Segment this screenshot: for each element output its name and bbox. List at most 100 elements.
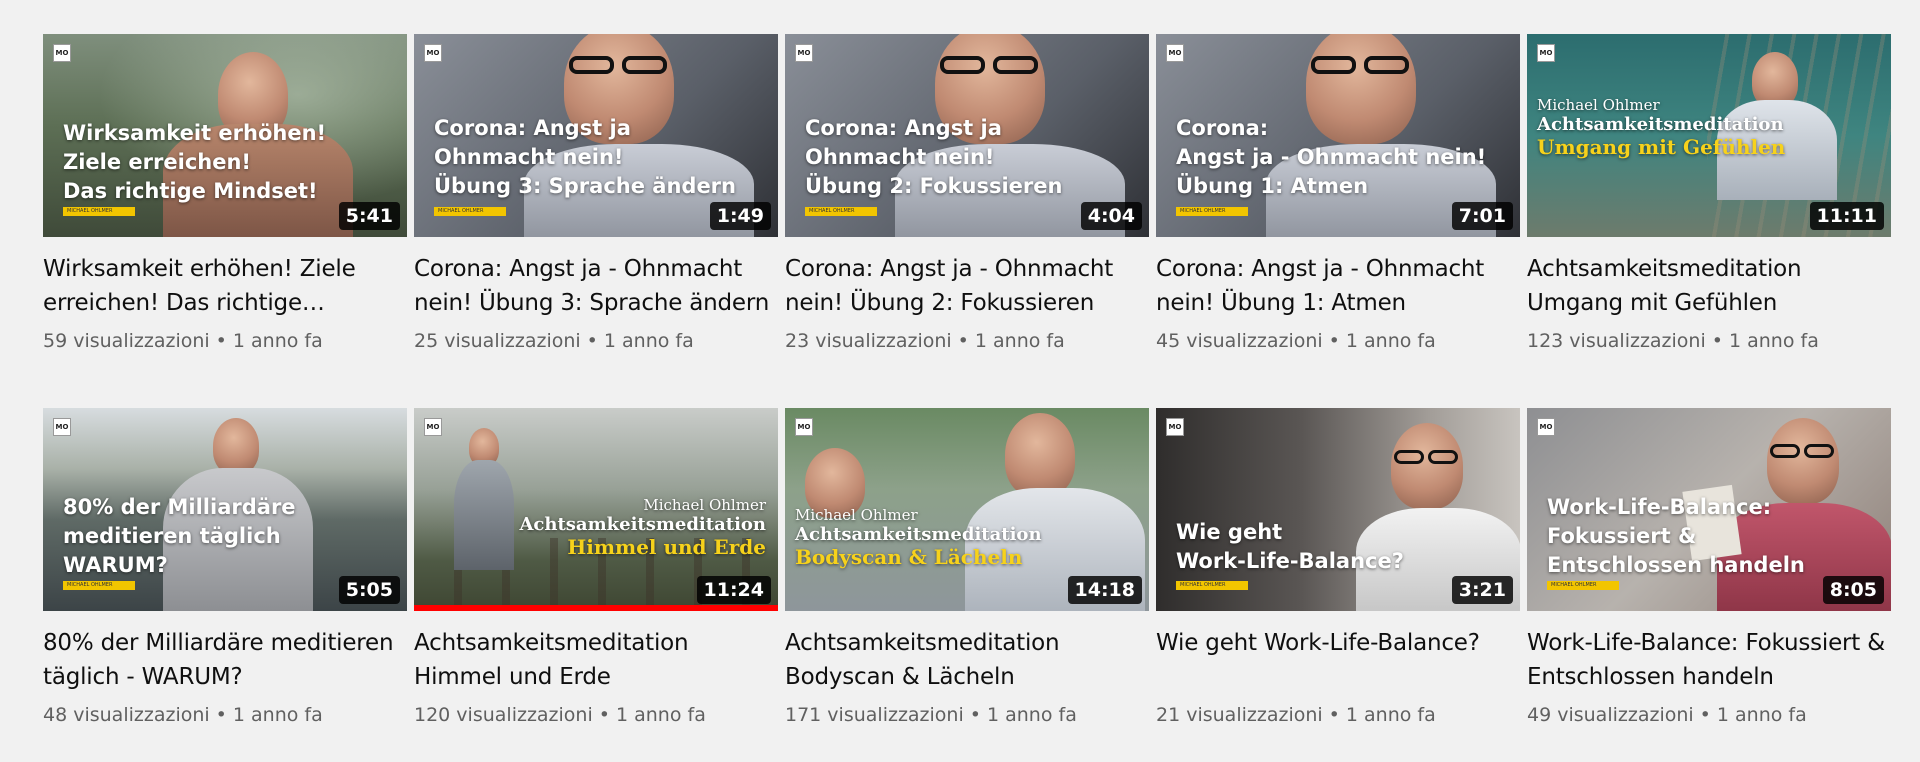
upload-age: 1 anno fa xyxy=(615,704,706,726)
video-thumbnail[interactable]: MO Wie geht Work-Life-Balance? MICHAEL O… xyxy=(1156,408,1520,611)
channel-logo-icon: MO xyxy=(424,44,442,62)
video-thumbnail[interactable]: MO Work-Life-Balance: Fokussiert & Entsc… xyxy=(1527,408,1891,611)
thumbnail-overlay-text: Corona: Angst ja - Ohnmacht nein! Übung … xyxy=(1176,116,1487,198)
video-meta: 25 visualizzazioni • 1 anno fa xyxy=(414,330,778,352)
video-card[interactable]: MO Wirksamkeit erhöhen! Ziele erreichen!… xyxy=(43,34,407,382)
channel-logo-icon: MO xyxy=(795,418,813,436)
separator-dot: • xyxy=(969,704,981,726)
video-thumbnail[interactable]: MO Corona: Angst ja Ohnmacht nein! Übung… xyxy=(785,34,1149,237)
view-count: 48 visualizzazioni xyxy=(43,704,210,726)
video-card[interactable]: MO Michael Ohlmer Achtsamkeitsmeditation… xyxy=(1527,34,1891,382)
video-meta: 120 visualizzazioni • 1 anno fa xyxy=(414,704,778,726)
video-card[interactable]: MO Michael Ohlmer Achtsamkeitsmeditation… xyxy=(785,408,1149,756)
video-title[interactable]: 80% der Milliardäre meditieren täglich -… xyxy=(43,626,407,694)
video-meta: 21 visualizzazioni • 1 anno fa xyxy=(1156,704,1520,726)
video-thumbnail[interactable]: MO Wirksamkeit erhöhen! Ziele erreichen!… xyxy=(43,34,407,237)
upload-age: 1 anno fa xyxy=(1345,330,1436,352)
view-count: 49 visualizzazioni xyxy=(1527,704,1694,726)
video-title[interactable]: Work-Life-Balance: Fokussiert & Entschlo… xyxy=(1527,626,1891,694)
video-title[interactable]: Corona: Angst ja - Ohnmacht nein! Übung … xyxy=(1156,252,1520,320)
thumbnail-overlay-text: Corona: Angst ja Ohnmacht nein! Übung 3:… xyxy=(434,116,736,198)
overlay-sub: Umgang mit Gefühlen xyxy=(1537,135,1786,159)
separator-dot: • xyxy=(215,704,227,726)
separator-dot: • xyxy=(1328,704,1340,726)
duration-badge: 1:49 xyxy=(709,202,771,230)
video-card[interactable]: MO Michael Ohlmer Achtsamkeitsmeditation… xyxy=(414,408,778,756)
video-thumbnail[interactable]: MO Michael Ohlmer Achtsamkeitsmeditation… xyxy=(785,408,1149,611)
video-title[interactable]: Corona: Angst ja - Ohnmacht nein! Übung … xyxy=(414,252,778,320)
channel-logo-icon: MO xyxy=(53,44,71,62)
view-count: 123 visualizzazioni xyxy=(1527,330,1706,352)
upload-age: 1 anno fa xyxy=(1716,704,1807,726)
video-card[interactable]: MO Corona: Angst ja Ohnmacht nein! Übung… xyxy=(785,34,1149,382)
video-grid: MO Wirksamkeit erhöhen! Ziele erreichen!… xyxy=(43,34,1891,756)
video-thumbnail[interactable]: MO 80% der Milliardäre meditieren täglic… xyxy=(43,408,407,611)
video-thumbnail[interactable]: MO Corona: Angst ja Ohnmacht nein! Übung… xyxy=(414,34,778,237)
brand-tag: MICHAEL OHLMER xyxy=(1547,581,1619,590)
video-thumbnail[interactable]: MO Michael Ohlmer Achtsamkeitsmeditation… xyxy=(1527,34,1891,237)
video-thumbnail[interactable]: MO Michael Ohlmer Achtsamkeitsmeditation… xyxy=(414,408,778,611)
watch-progress-bar xyxy=(414,605,778,611)
separator-dot: • xyxy=(1711,330,1723,352)
upload-age: 1 anno fa xyxy=(1728,330,1819,352)
video-meta: 59 visualizzazioni • 1 anno fa xyxy=(43,330,407,352)
thumbnail-overlay-text: Michael Ohlmer Achtsamkeitsmeditation Um… xyxy=(1537,96,1785,159)
duration-badge: 5:41 xyxy=(338,202,400,230)
duration-badge: 11:24 xyxy=(696,576,771,604)
separator-dot: • xyxy=(598,704,610,726)
upload-age: 1 anno fa xyxy=(986,704,1077,726)
video-card[interactable]: MO Work-Life-Balance: Fokussiert & Entsc… xyxy=(1527,408,1891,756)
video-title[interactable]: Achtsamkeitsmeditation Himmel und Erde xyxy=(414,626,778,694)
view-count: 171 visualizzazioni xyxy=(785,704,964,726)
video-title[interactable]: Achtsamkeitsmeditation Bodyscan & Lächel… xyxy=(785,626,1149,694)
video-meta: 23 visualizzazioni • 1 anno fa xyxy=(785,330,1149,352)
channel-logo-icon: MO xyxy=(1166,44,1184,62)
thumbnail-overlay-text: Michael Ohlmer Achtsamkeitsmeditation Hi… xyxy=(519,496,766,559)
separator-dot: • xyxy=(586,330,598,352)
overlay-name: Michael Ohlmer xyxy=(795,506,918,524)
upload-age: 1 anno fa xyxy=(974,330,1065,352)
video-meta: 171 visualizzazioni • 1 anno fa xyxy=(785,704,1149,726)
duration-badge: 7:01 xyxy=(1451,202,1513,230)
overlay-name: Michael Ohlmer xyxy=(1537,96,1660,114)
overlay-sub: Himmel und Erde xyxy=(567,535,766,559)
thumbnail-overlay-text: Wirksamkeit erhöhen! Ziele erreichen! Da… xyxy=(63,121,327,203)
view-count: 25 visualizzazioni xyxy=(414,330,581,352)
upload-age: 1 anno fa xyxy=(232,330,323,352)
duration-badge: 8:05 xyxy=(1822,576,1884,604)
overlay-main: Achtsamkeitsmeditation xyxy=(519,514,766,535)
duration-badge: 4:04 xyxy=(1080,202,1142,230)
thumbnail-overlay-text: Corona: Angst ja Ohnmacht nein! Übung 2:… xyxy=(805,116,1063,198)
upload-age: 1 anno fa xyxy=(603,330,694,352)
channel-logo-icon: MO xyxy=(795,44,813,62)
view-count: 120 visualizzazioni xyxy=(414,704,593,726)
duration-badge: 3:21 xyxy=(1451,576,1513,604)
separator-dot: • xyxy=(957,330,969,352)
brand-tag: MICHAEL OHLMER xyxy=(1176,207,1248,216)
thumbnail-overlay-text: Wie geht Work-Life-Balance? xyxy=(1176,520,1404,573)
video-thumbnail[interactable]: MO Corona: Angst ja - Ohnmacht nein! Übu… xyxy=(1156,34,1520,237)
video-card[interactable]: MO Corona: Angst ja Ohnmacht nein! Übung… xyxy=(414,34,778,382)
video-title[interactable]: Corona: Angst ja - Ohnmacht nein! Übung … xyxy=(785,252,1149,320)
channel-logo-icon: MO xyxy=(1166,418,1184,436)
upload-age: 1 anno fa xyxy=(1345,704,1436,726)
view-count: 21 visualizzazioni xyxy=(1156,704,1323,726)
view-count: 59 visualizzazioni xyxy=(43,330,210,352)
video-title[interactable]: Wirksamkeit erhöhen! Ziele erreichen! Da… xyxy=(43,252,407,320)
video-card[interactable]: MO Corona: Angst ja - Ohnmacht nein! Übu… xyxy=(1156,34,1520,382)
channel-logo-icon: MO xyxy=(1537,44,1555,62)
duration-badge: 5:05 xyxy=(338,576,400,604)
channel-logo-icon: MO xyxy=(1537,418,1555,436)
video-card[interactable]: MO Wie geht Work-Life-Balance? MICHAEL O… xyxy=(1156,408,1520,756)
overlay-main: Achtsamkeitsmeditation xyxy=(795,524,1042,545)
video-title[interactable]: Wie geht Work-Life-Balance? xyxy=(1156,626,1520,694)
brand-tag: MICHAEL OHLMER xyxy=(1176,581,1248,590)
overlay-sub: Bodyscan & Lächeln xyxy=(795,545,1023,569)
duration-badge: 14:18 xyxy=(1067,576,1142,604)
thumbnail-overlay-text: Michael Ohlmer Achtsamkeitsmeditation Bo… xyxy=(795,506,1042,569)
video-title[interactable]: Achtsamkeitsmeditation Umgang mit Gefühl… xyxy=(1527,252,1891,320)
video-card[interactable]: MO 80% der Milliardäre meditieren täglic… xyxy=(43,408,407,756)
channel-logo-icon: MO xyxy=(53,418,71,436)
thumbnail-overlay-text: Work-Life-Balance: Fokussiert & Entschlo… xyxy=(1547,495,1805,577)
separator-dot: • xyxy=(1328,330,1340,352)
